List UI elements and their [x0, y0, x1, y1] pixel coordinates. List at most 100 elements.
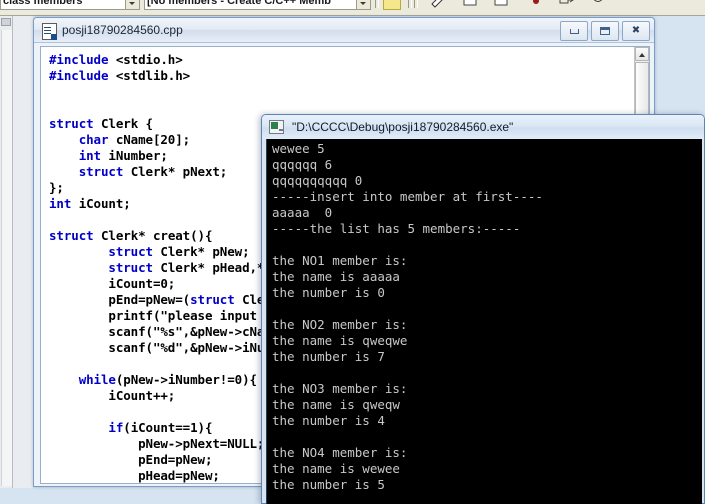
members-combo-value: [No members - Create C/C++ Memb	[147, 0, 331, 7]
code-keyword: #include	[49, 68, 109, 83]
next-bookmark-icon[interactable]	[462, 0, 478, 8]
bookmark-toggle-icon[interactable]	[430, 0, 446, 8]
code-keyword: int	[49, 196, 72, 211]
console-window-icon	[269, 120, 284, 134]
editor-title: posji18790284560.cpp	[62, 23, 183, 37]
code-keyword: #include	[49, 52, 109, 67]
console-line: the number is 7	[272, 349, 385, 364]
code-text: iNumber;	[100, 148, 168, 163]
code-keyword: char	[78, 132, 109, 147]
code-keyword: int	[78, 148, 101, 163]
members-combo[interactable]: [No members - Create C/C++ Memb	[144, 0, 371, 10]
console-titlebar[interactable]: "D:\CCCC\Debug\posji18790284560.exe"	[262, 115, 704, 139]
code-keyword: struct	[49, 116, 94, 131]
console-line: the number is 5	[272, 477, 385, 492]
editor-titlebar[interactable]: posji18790284560.cpp ✖	[34, 18, 654, 43]
class-combo-value: class members	[3, 0, 83, 7]
code-text: iCount;	[71, 196, 131, 211]
console-line: the NO2 member is:	[272, 317, 408, 332]
minimize-button[interactable]	[560, 21, 588, 41]
code-text: Clerk {	[93, 116, 153, 131]
code-keyword: struct	[49, 228, 94, 243]
code-text: pEnd=pNew=(	[49, 292, 191, 307]
code-text: <stdlib.h>	[108, 68, 191, 83]
console-line: -----the list has 5 members:-----	[272, 221, 521, 236]
code-text: scanf("%s",&pNew->cName);	[49, 324, 295, 339]
code-text: (pNew->iNumber!=0){	[115, 372, 257, 387]
console-line: wewee 5	[272, 141, 325, 156]
previous-bookmark-icon[interactable]	[493, 0, 509, 8]
console-line: the name is qweqw	[272, 397, 400, 412]
console-line: qqqqqq 6	[272, 157, 333, 172]
code-line: #include <stdlib.h>	[49, 68, 634, 84]
highlight-marker-icon[interactable]	[383, 0, 401, 10]
code-line: #include <stdio.h>	[49, 52, 634, 68]
close-button[interactable]: ✖	[622, 21, 650, 41]
console-line: the NO1 member is:	[272, 253, 408, 268]
console-output-area[interactable]: wewee 5 qqqqqq 6 qqqqqqqqqq 0 -----insert i…	[266, 139, 702, 504]
toolbar-separator	[408, 0, 412, 8]
console-line: aaaaa 0	[272, 205, 333, 220]
console-line: the NO3 member is:	[272, 381, 408, 396]
code-keyword: struct	[190, 292, 235, 307]
code-text: cName[20];	[108, 132, 191, 147]
workspace-vertical-scrollbar[interactable]	[0, 16, 13, 488]
restore-button[interactable]	[591, 21, 619, 41]
source-file-icon	[42, 23, 57, 40]
console-line: the name is wewee	[272, 461, 400, 476]
code-text: pHead=pNew;	[49, 468, 220, 483]
clear-breakpoints-icon[interactable]	[590, 0, 606, 8]
code-text: };	[49, 180, 64, 195]
scroll-up-arrow-icon[interactable]	[635, 47, 649, 61]
toolbar-separator	[375, 0, 379, 8]
workspace-background	[13, 16, 33, 488]
console-line: the number is 4	[272, 413, 385, 428]
code-text: pNew->pNext=NULL;	[49, 436, 265, 451]
chevron-down-icon[interactable]	[125, 0, 139, 9]
scrollbar-thumb[interactable]	[1, 18, 11, 26]
console-window: "D:\CCCC\Debug\posji18790284560.exe" wew…	[261, 114, 705, 504]
chevron-down-icon[interactable]	[356, 0, 370, 9]
console-title: "D:\CCCC\Debug\posji18790284560.exe"	[292, 120, 514, 134]
code-text: (iCount==1){	[123, 420, 213, 435]
code-text: iCount++;	[49, 388, 176, 403]
code-text: pEnd=pNew;	[49, 452, 213, 467]
code-text: iCount=0;	[49, 276, 176, 291]
breakpoint-icon[interactable]	[528, 0, 544, 8]
code-text: Clerk* creat(){	[93, 228, 213, 243]
code-keyword: if	[108, 420, 124, 435]
screen-root: class members [No members - Create C/C++…	[0, 0, 705, 504]
ide-toolbar: class members [No members - Create C/C++…	[0, 0, 705, 16]
console-line: the name is qweqwe	[272, 333, 408, 348]
code-keyword: struct	[78, 164, 124, 179]
minimize-icon	[561, 22, 587, 40]
window-controls: ✖	[560, 21, 650, 41]
scrollbar-track[interactable]	[1, 30, 12, 486]
console-line: the NO4 member is:	[272, 445, 408, 460]
code-text: Clerk* pNew;	[152, 244, 250, 259]
close-icon: ✖	[631, 25, 641, 36]
class-combo[interactable]: class members	[0, 0, 140, 10]
toolbar-separator	[414, 0, 418, 8]
step-into-icon[interactable]	[558, 0, 574, 8]
code-text: <stdio.h>	[108, 52, 183, 67]
code-keyword: while	[78, 372, 116, 387]
console-line: -----insert into member at first----	[272, 189, 543, 204]
console-line: the name is aaaaa	[272, 269, 400, 284]
code-keyword: struct	[108, 244, 153, 259]
console-line: the number is 0	[272, 285, 385, 300]
code-keyword: struct	[108, 260, 153, 275]
code-text: Clerk* pNext;	[123, 164, 228, 179]
